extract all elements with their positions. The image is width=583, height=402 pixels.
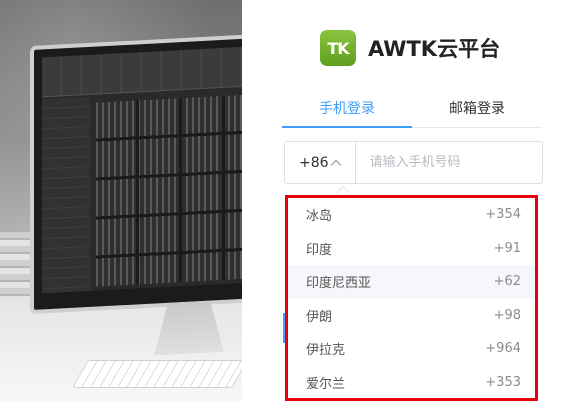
tab-active-underline: [282, 126, 412, 128]
country-option[interactable]: 爱尔兰 +353: [288, 366, 535, 399]
country-name: 伊朗: [306, 309, 333, 325]
country-option-hovered[interactable]: 印度尼西亚 +62: [288, 265, 535, 299]
hero-image: [0, 0, 242, 402]
country-dial-code: +353: [485, 374, 521, 390]
country-name: 印度尼西亚: [306, 276, 372, 292]
login-tabs: 手机登录 邮箱登录: [282, 90, 542, 128]
login-panel: TK AWTK云平台 手机登录 邮箱登录 +86 冰岛 +354 印度 +91 …: [242, 0, 583, 402]
hero-monitor: [30, 33, 242, 314]
country-option[interactable]: 伊朗 +98: [288, 299, 535, 333]
country-option[interactable]: 冰岛 +354: [288, 198, 535, 232]
country-name: 冰岛: [306, 209, 333, 225]
country-option[interactable]: 伊拉克 +964: [288, 332, 535, 366]
country-dial-code: +354: [485, 207, 521, 223]
tab-email-login[interactable]: 邮箱登录: [412, 98, 542, 118]
country-dial-code: +62: [493, 274, 521, 290]
monitor-tree: [42, 96, 90, 294]
country-option[interactable]: 印度 +91: [288, 232, 535, 266]
country-dial-code: +91: [493, 240, 521, 256]
brand-name: AWTK云平台: [368, 37, 501, 61]
country-dial-code: +964: [485, 341, 521, 357]
monitor-screen: [42, 46, 242, 294]
country-dial-code: +98: [493, 307, 521, 323]
phone-field-group: +86: [284, 141, 554, 184]
chevron-up-icon: [330, 159, 342, 166]
hero-keyboard: [71, 360, 242, 388]
country-name: 伊拉克: [306, 343, 346, 359]
monitor-toolbar: [42, 46, 242, 98]
monitor-chart-grid: [96, 94, 242, 287]
country-name: 印度: [306, 242, 333, 258]
country-code-select[interactable]: +86: [285, 142, 356, 183]
phone-number-input[interactable]: [355, 142, 554, 183]
scroll-indicator: [283, 313, 285, 343]
awtk-logo-icon: TK: [320, 30, 356, 66]
country-code-dropdown[interactable]: 冰岛 +354 印度 +91 印度尼西亚 +62 伊朗 +98 伊拉克 +964…: [285, 195, 538, 401]
country-code-value: +86: [299, 154, 329, 171]
country-name: 爱尔兰: [306, 376, 346, 392]
tab-phone-login[interactable]: 手机登录: [282, 98, 412, 118]
brand: TK AWTK云平台: [320, 30, 500, 66]
